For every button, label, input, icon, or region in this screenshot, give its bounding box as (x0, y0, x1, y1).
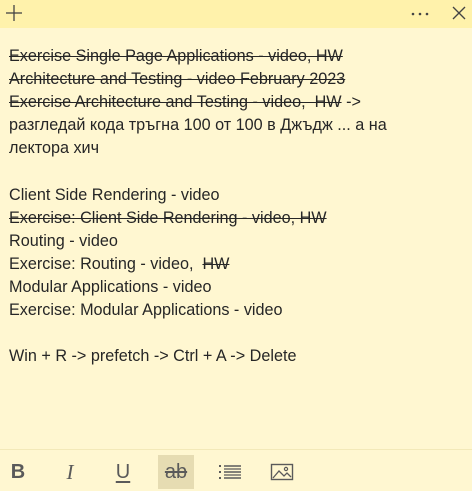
note-text-area[interactable]: Exercise Single Page Applications - vide… (9, 45, 464, 368)
note-line-plain-part: -> (341, 93, 361, 112)
close-icon (452, 6, 466, 20)
note-line: Exercise Single Page Applications - vide… (9, 47, 343, 65)
formatting-toolbar: B I U ab (0, 449, 472, 491)
underline-button[interactable]: U (105, 455, 141, 489)
note-line: Routing - video (9, 231, 118, 250)
note-line: Exercise Architecture and Testing - vide… (9, 91, 464, 114)
ellipsis-icon (411, 12, 429, 16)
note-line: Exercise: Modular Applications - video (9, 301, 283, 320)
note-line: лектора хич (9, 139, 100, 158)
italic-icon: I (66, 459, 74, 484)
note-line: Architecture and Testing - video Februar… (9, 70, 346, 89)
note-line-struck-part: Exercise Architecture and Testing - vide… (9, 93, 342, 112)
menu-button[interactable] (405, 2, 435, 24)
bold-button[interactable]: B (0, 455, 36, 489)
note-blank-line (9, 322, 464, 345)
note-line: Client Side Rendering - video (9, 185, 220, 204)
add-image-button[interactable] (264, 455, 300, 489)
sticky-note-window: Exercise Single Page Applications - vide… (0, 0, 472, 491)
note-line: разгледай кода тръгна 100 от 100 в Джъдж… (9, 116, 387, 135)
plus-icon (6, 5, 22, 21)
note-line: Exercise: Routing - video, HW (9, 253, 464, 276)
note-line: Exercise: Client Side Rendering - video,… (9, 208, 327, 227)
note-line-struck-part: HW (202, 254, 230, 273)
image-icon (270, 463, 294, 481)
underline-icon: U (115, 461, 131, 483)
bullet-list-button[interactable] (212, 455, 248, 489)
note-title-bar[interactable] (0, 0, 472, 28)
new-note-button[interactable] (3, 2, 25, 24)
close-button[interactable] (448, 2, 470, 24)
italic-button[interactable]: I (52, 455, 88, 489)
bold-icon: B (10, 461, 26, 483)
strikethrough-button[interactable]: ab (158, 455, 194, 489)
strikethrough-icon: ab (164, 461, 188, 483)
note-line: Win + R -> prefetch -> Ctrl + A -> Delet… (9, 347, 297, 366)
note-line: Modular Applications - video (9, 277, 212, 296)
bulleted-list-icon (219, 465, 241, 479)
note-blank-line (9, 160, 464, 183)
note-line-plain-part: Exercise: Routing - video, (9, 254, 203, 273)
